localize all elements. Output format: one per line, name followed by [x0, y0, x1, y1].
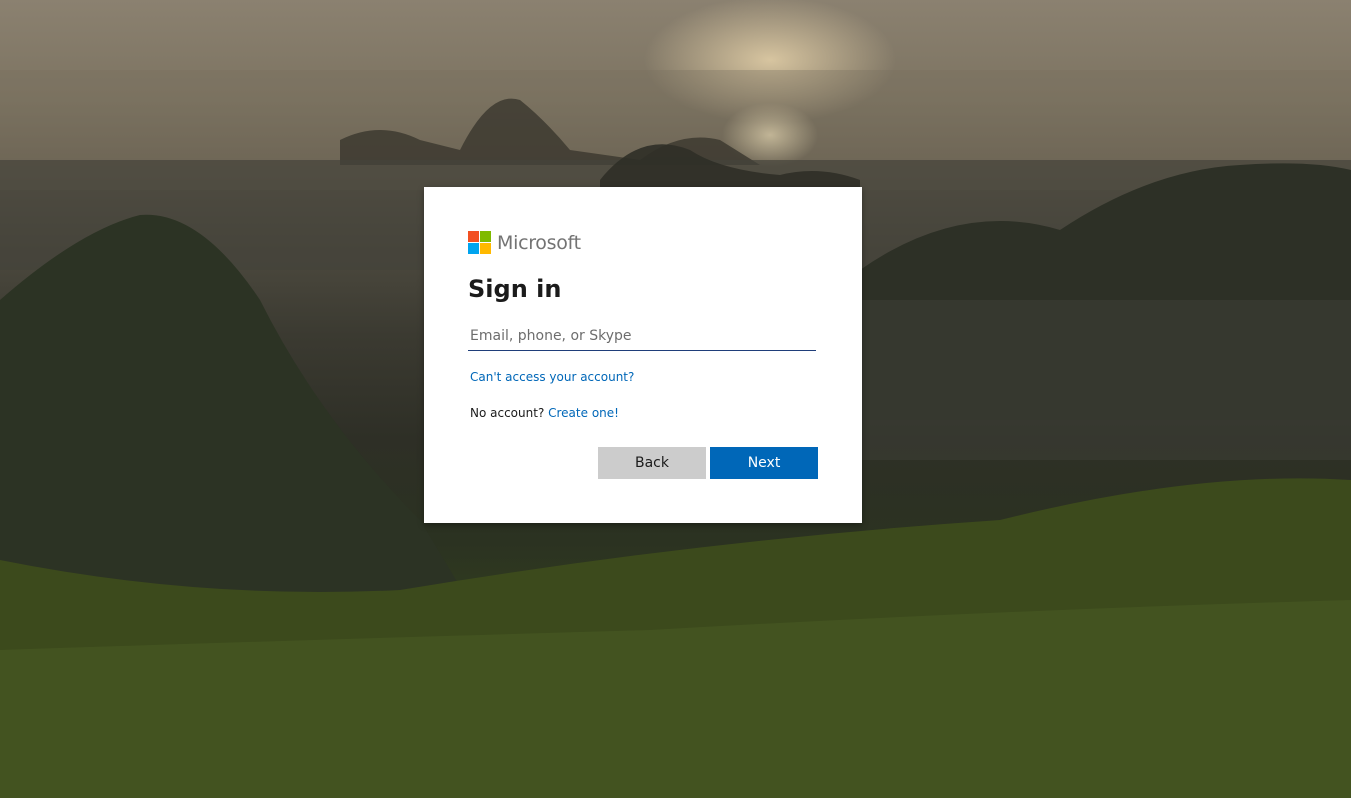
- create-account-link[interactable]: Create one!: [548, 406, 619, 420]
- next-button[interactable]: Next: [710, 447, 818, 479]
- page-title: Sign in: [468, 275, 562, 303]
- cant-access-account-link[interactable]: Can't access your account?: [470, 370, 634, 384]
- logo-square-yellow: [480, 243, 491, 254]
- logo-square-blue: [468, 243, 479, 254]
- brand-name: Microsoft: [497, 231, 581, 254]
- microsoft-logo-icon: [468, 231, 491, 254]
- no-account-text: No account?: [470, 406, 549, 420]
- microsoft-logo: Microsoft: [468, 231, 581, 254]
- email-phone-skype-input[interactable]: [468, 321, 816, 351]
- no-account-row: No account? Create one!: [470, 406, 619, 420]
- logo-square-green: [480, 231, 491, 242]
- back-button[interactable]: Back: [598, 447, 706, 479]
- logo-square-red: [468, 231, 479, 242]
- signin-card: Microsoft Sign in Can't access your acco…: [424, 187, 862, 523]
